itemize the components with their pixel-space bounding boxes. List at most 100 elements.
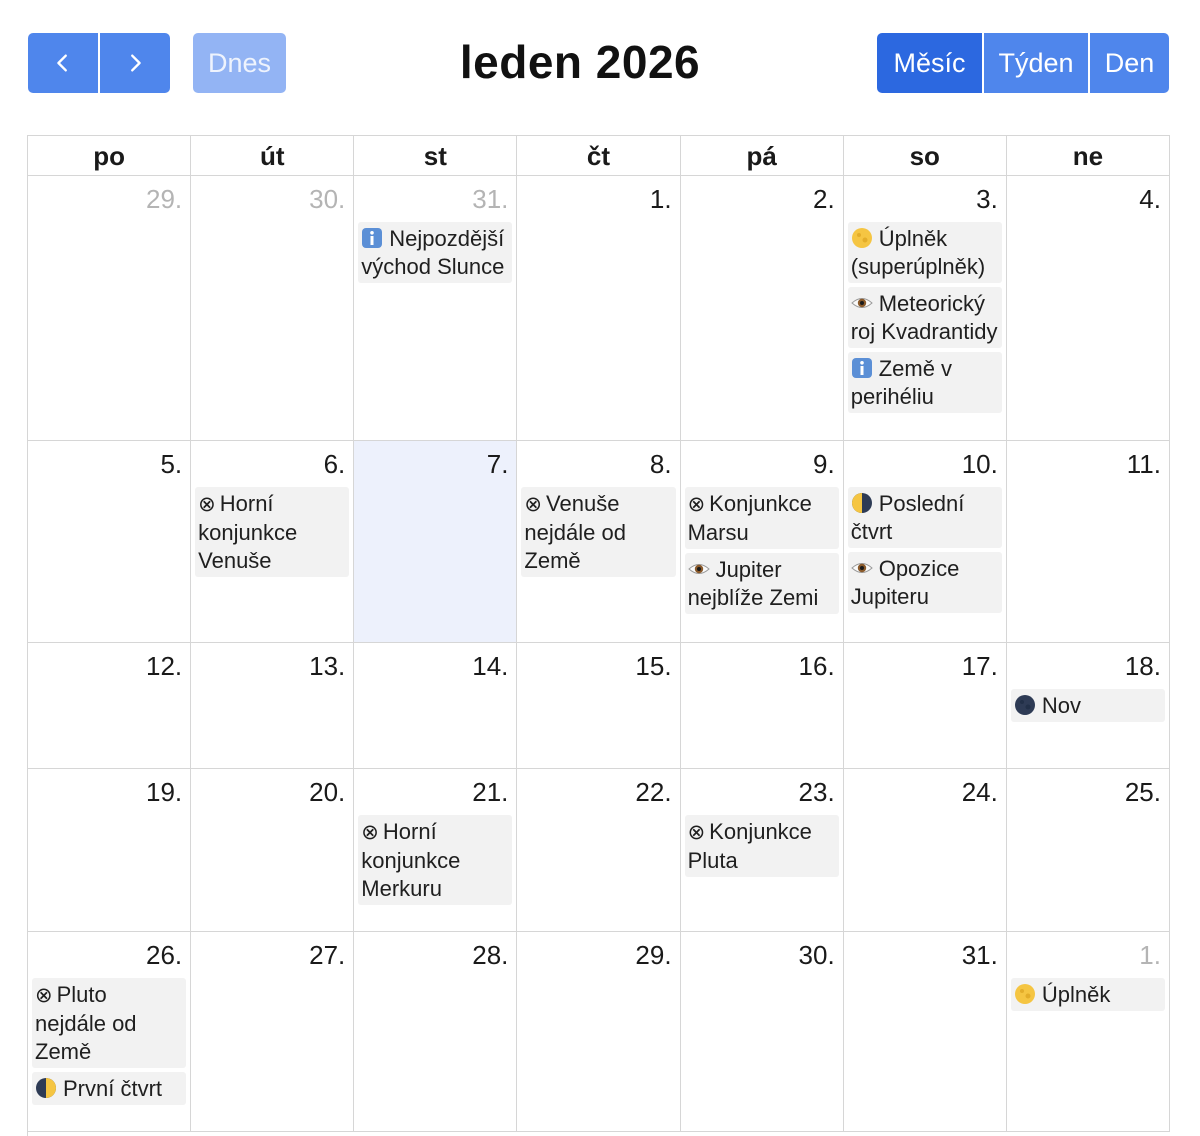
day-cell[interactable]: 29. <box>28 176 192 440</box>
prev-button[interactable] <box>28 33 98 93</box>
day-number[interactable]: 18. <box>1011 643 1165 681</box>
day-cell[interactable]: 3. Úplněk (superúplněk) Meteorický roj Kva… <box>844 176 1007 440</box>
calendar-event[interactable]: ⊗ Horní konjunkce Venuše <box>195 487 350 577</box>
day-cell[interactable]: 27. <box>191 932 355 1131</box>
day-number[interactable]: 3. <box>848 176 1002 214</box>
day-number[interactable]: 24. <box>848 769 1002 807</box>
day-cell[interactable]: 16. <box>681 643 844 768</box>
calendar-event[interactable]: Nejpozdější východ Slunce <box>358 222 513 283</box>
calendar-event[interactable]: Opozice Jupiteru <box>847 552 1002 613</box>
calendar-title: leden 2026 <box>459 36 701 88</box>
day-cell[interactable]: 28. <box>354 932 518 1131</box>
day-number[interactable]: 21. <box>358 769 512 807</box>
day-number[interactable]: 11. <box>1011 441 1165 479</box>
week-row: 12. 13. 14. 15. 16. 17. 18. Nov <box>28 643 1170 769</box>
day-cell[interactable]: 6. ⊗ Horní konjunkce Venuše <box>191 441 355 642</box>
conjunction-icon: ⊗ <box>198 493 216 516</box>
day-cell[interactable]: 13. <box>191 643 355 768</box>
day-number[interactable]: 29. <box>521 932 675 970</box>
day-cell[interactable]: 10. Poslední čtvrt Opozice Jupiteru <box>844 441 1007 642</box>
day-number[interactable]: 1. <box>521 176 675 214</box>
day-number[interactable]: 7. <box>358 441 512 479</box>
view-day-button[interactable]: Den <box>1090 33 1169 93</box>
day-cell-today[interactable]: 7. <box>354 441 518 642</box>
day-number[interactable]: 8. <box>521 441 675 479</box>
day-cell[interactable]: 30. <box>681 932 844 1131</box>
day-number[interactable]: 2. <box>685 176 839 214</box>
calendar-event[interactable]: Úplněk (superúplněk) <box>847 222 1002 283</box>
calendar-event[interactable]: ⊗ Konjunkce Pluta <box>684 815 839 877</box>
day-cell[interactable]: 15. <box>517 643 681 768</box>
day-cell[interactable]: 8. ⊗ Venuše nejdále od Země <box>517 441 681 642</box>
day-number[interactable]: 1. <box>1011 932 1165 970</box>
day-cell[interactable]: 2. <box>681 176 844 440</box>
toolbar: Dnes leden 2026 Měsíc Týden Den <box>0 0 1200 120</box>
day-number[interactable]: 9. <box>685 441 839 479</box>
day-number[interactable]: 12. <box>32 643 186 681</box>
calendar-event[interactable]: Jupiter nejblíže Zemi <box>684 553 839 614</box>
day-cell[interactable]: 29. <box>517 932 681 1131</box>
day-number[interactable]: 6. <box>195 441 349 479</box>
day-cell[interactable]: 14. <box>354 643 518 768</box>
day-number[interactable]: 16. <box>685 643 839 681</box>
day-cell[interactable]: 5. <box>28 441 192 642</box>
day-number[interactable]: 4. <box>1011 176 1165 214</box>
calendar-event[interactable]: Meteorický roj Kvadrantidy <box>847 287 1002 348</box>
day-cell[interactable]: 20. <box>191 769 355 931</box>
calendar-event[interactable]: ⊗ Venuše nejdále od Země <box>521 487 676 577</box>
event-title: Konjunkce Marsu <box>687 491 812 545</box>
day-number[interactable]: 22. <box>521 769 675 807</box>
weeks-container: 29. 30. 31. Nejpozdější východ Slunce 1. 2. 3.… <box>28 176 1170 1132</box>
day-cell[interactable]: 18. Nov <box>1007 643 1170 768</box>
day-number[interactable]: 29. <box>32 176 186 214</box>
day-cell[interactable]: 31. <box>844 932 1007 1131</box>
day-cell[interactable]: 30. <box>191 176 355 440</box>
day-cell[interactable]: 21. ⊗ Horní konjunkce Merkuru <box>354 769 518 931</box>
calendar-event[interactable]: ⊗ Konjunkce Marsu <box>684 487 839 549</box>
day-cell[interactable]: 24. <box>844 769 1007 931</box>
today-button[interactable]: Dnes <box>193 33 286 93</box>
day-number[interactable]: 14. <box>358 643 512 681</box>
day-cell[interactable]: 17. <box>844 643 1007 768</box>
day-number[interactable]: 5. <box>32 441 186 479</box>
view-month-button[interactable]: Měsíc <box>877 33 982 93</box>
day-number[interactable]: 17. <box>848 643 1002 681</box>
day-number[interactable]: 25. <box>1011 769 1165 807</box>
week-row: 5. 6. ⊗ Horní konjunkce Venuše 7. 8. ⊗ Venuše n… <box>28 441 1170 643</box>
calendar-event[interactable]: Poslední čtvrt <box>847 487 1002 548</box>
day-number[interactable]: 13. <box>195 643 349 681</box>
last-quarter-moon-icon <box>851 492 875 514</box>
day-number[interactable]: 30. <box>195 176 349 214</box>
day-cell[interactable]: 26. ⊗ Pluto nejdále od Země První čtvrt <box>28 932 192 1131</box>
calendar-event[interactable]: ⊗ Pluto nejdále od Země <box>32 978 187 1068</box>
day-number[interactable]: 10. <box>848 441 1002 479</box>
day-number[interactable]: 31. <box>358 176 512 214</box>
day-cell[interactable]: 19. <box>28 769 192 931</box>
day-number[interactable]: 26. <box>32 932 186 970</box>
day-cell[interactable]: 9. ⊗ Konjunkce Marsu Jupiter nejblíže Zemi <box>681 441 844 642</box>
day-number[interactable]: 19. <box>32 769 186 807</box>
day-cell[interactable]: 1. <box>517 176 681 440</box>
day-number[interactable]: 30. <box>685 932 839 970</box>
calendar-event[interactable]: Nov <box>1010 689 1165 722</box>
day-number[interactable]: 20. <box>195 769 349 807</box>
day-cell[interactable]: 11. <box>1007 441 1170 642</box>
calendar-event[interactable]: Úplněk <box>1010 978 1165 1011</box>
day-number[interactable]: 28. <box>358 932 512 970</box>
day-number[interactable]: 31. <box>848 932 1002 970</box>
next-button[interactable] <box>100 33 170 93</box>
day-number[interactable]: 23. <box>685 769 839 807</box>
calendar-event[interactable]: První čtvrt <box>32 1072 187 1105</box>
day-cell[interactable]: 22. <box>517 769 681 931</box>
day-cell[interactable]: 12. <box>28 643 192 768</box>
calendar-event[interactable]: Země v perihéliu <box>847 352 1002 413</box>
day-cell[interactable]: 31. Nejpozdější východ Slunce <box>354 176 518 440</box>
day-number[interactable]: 27. <box>195 932 349 970</box>
view-week-button[interactable]: Týden <box>984 33 1088 93</box>
day-cell[interactable]: 4. <box>1007 176 1170 440</box>
calendar-event[interactable]: ⊗ Horní konjunkce Merkuru <box>358 815 513 905</box>
day-number[interactable]: 15. <box>521 643 675 681</box>
day-cell[interactable]: 25. <box>1007 769 1170 931</box>
day-cell[interactable]: 23. ⊗ Konjunkce Pluta <box>681 769 844 931</box>
day-cell[interactable]: 1. Úplněk <box>1007 932 1170 1131</box>
